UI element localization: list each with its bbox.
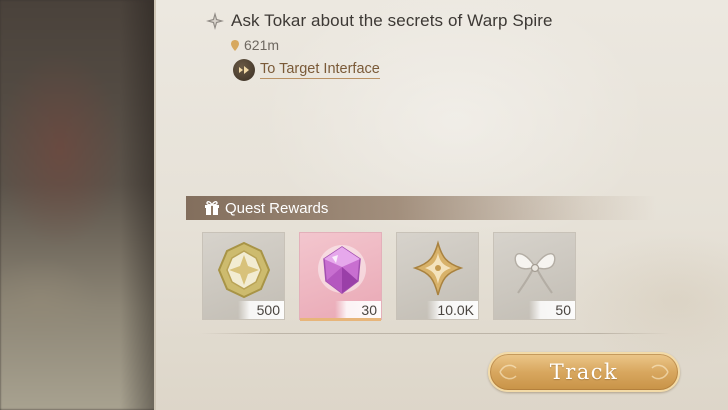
- reward-quantity: 30: [335, 301, 381, 319]
- quest-distance: 621m: [231, 36, 279, 54]
- reward-quantity: 50: [529, 301, 575, 319]
- button-flourish-icon: [499, 364, 517, 380]
- gold-star-petal-icon: [403, 237, 474, 303]
- navigate-arrow-icon: [233, 59, 255, 81]
- section-divider: [200, 333, 670, 334]
- quest-title: Ask Tokar about the secrets of Warp Spir…: [231, 11, 553, 30]
- location-pin-icon: [231, 39, 239, 51]
- sparkle-icon: [205, 11, 225, 31]
- button-flourish-icon: [651, 364, 669, 380]
- reward-item[interactable]: 500: [202, 232, 285, 320]
- game-scene-backdrop: [0, 0, 170, 410]
- reward-item[interactable]: 50: [493, 232, 576, 320]
- reward-list: 500 30 10.0K 50: [202, 232, 576, 322]
- pink-crystal-icon: [306, 237, 377, 303]
- white-ribbon-bow-icon: [500, 237, 571, 303]
- quest-objective: Ask Tokar about the secrets of Warp Spir…: [205, 8, 553, 34]
- distance-value: 621m: [244, 37, 280, 53]
- gold-diamond-emblem-icon: [209, 237, 280, 303]
- reward-item[interactable]: 10.0K: [396, 232, 479, 320]
- track-button[interactable]: Track: [488, 352, 680, 392]
- track-button-label: Track: [549, 360, 619, 384]
- to-target-interface-link[interactable]: To Target Interface: [233, 58, 380, 82]
- reward-item[interactable]: 30: [299, 232, 382, 321]
- quest-rewards-title: Quest Rewards: [225, 199, 329, 217]
- backdrop-shadow: [120, 0, 156, 410]
- gift-icon: [204, 200, 220, 216]
- quest-rewards-header: Quest Rewards: [186, 196, 656, 220]
- target-link-label: To Target Interface: [260, 61, 380, 79]
- reward-quantity: 500: [238, 301, 284, 319]
- reward-quantity: 10.0K: [427, 301, 478, 319]
